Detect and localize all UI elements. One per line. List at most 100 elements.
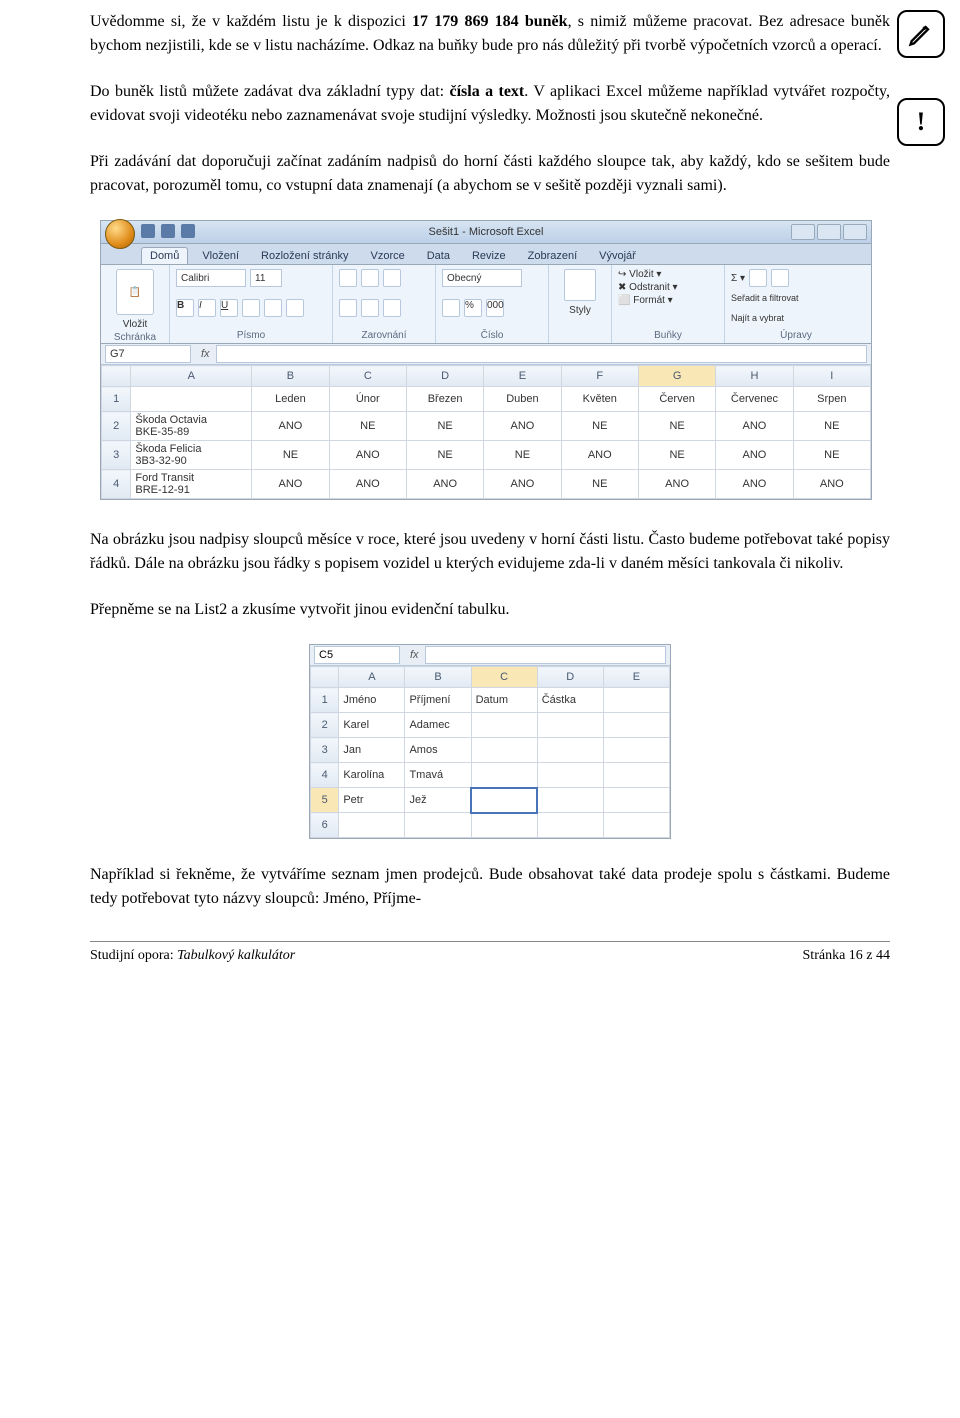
cell: NE [561,412,638,441]
cell: ANO [716,412,793,441]
col-header-b: B [252,366,329,387]
row-header-2: 2 [102,412,131,441]
tab-vyvojar: Vývojář [591,248,644,264]
col-header-i: I [793,366,870,387]
group-number: Číslo [442,330,542,341]
font-size-box: 11 [250,269,282,287]
paragraph-1: Uvědomme si, že v každém listu je k disp… [90,10,890,58]
close-button [843,224,867,240]
cell: Tmavá [405,763,471,788]
font-color-icon [286,299,304,317]
cell: ANO [484,470,561,499]
align-left-icon [339,269,357,287]
group-align: Zarovnání [339,330,429,341]
cell: Červenec [716,387,793,412]
delete-label: ✖ Odstranit ▾ [618,282,678,293]
col-header-f: F [561,366,638,387]
fill-icon [749,269,767,287]
worksheet-grid: A B C D E F G H I 1 Leden Únor Březen Du… [101,365,871,499]
office-button-icon [105,219,135,249]
indent-dec-icon [339,299,357,317]
row-header-s4: 4 [311,763,339,788]
cell: Leden [252,387,329,412]
cell: Jan [339,738,405,763]
cell: NE [406,412,483,441]
cell: Květen [561,387,638,412]
title-bar: Sešit1 - Microsoft Excel [101,221,871,244]
select-all-corner-2 [311,667,339,688]
cell: ANO [484,412,561,441]
insert-label: ↪ Vložit ▾ [618,269,661,280]
cell: ANO [561,441,638,470]
cell: NE [329,412,406,441]
indent-inc-icon [361,299,379,317]
tab-vlozeni: Vložení [194,248,247,264]
footer-left: Studijní opora: Tabulkový kalkulátor [90,948,295,964]
row-header-s2: 2 [311,713,339,738]
p2b: čísla a text [450,83,525,100]
tab-zobrazeni: Zobrazení [520,248,586,264]
cell: Škoda OctaviaBKE-35-89 [131,412,252,441]
note-pencil-icon [897,10,945,58]
col-header-g: G [638,366,715,387]
cell: Srpen [793,387,870,412]
ribbon-tabs: Domů Vložení Rozložení stránky Vzorce Da… [101,244,871,265]
save-icon [141,224,155,238]
cell: Karel [339,713,405,738]
percent-icon: % [464,299,482,317]
cell: ANO [329,470,406,499]
group-clipboard: Schránka [107,332,163,343]
paste-label: Vložit [123,319,147,330]
cell: Datum [471,688,537,713]
cell: Petr [339,788,405,813]
row-header-s6: 6 [311,813,339,838]
selected-cell [471,788,537,813]
col-header-h: H [716,366,793,387]
paragraph-4: Na obrázku jsou nadpisy sloupců měsíce v… [90,528,890,576]
redo-icon [181,224,195,238]
paragraph-3: Při zadávání dat doporučuji začínat zadá… [90,150,890,198]
cell: NE [638,441,715,470]
currency-icon [442,299,460,317]
cell: ANO [638,470,715,499]
window-title: Sešit1 - Microsoft Excel [429,226,544,238]
row-header-s3: 3 [311,738,339,763]
row-header-s5: 5 [311,788,339,813]
cell: Karolína [339,763,405,788]
cell: ANO [716,441,793,470]
tab-data: Data [419,248,458,264]
cell: ANO [406,470,483,499]
underline-icon: U [220,299,238,317]
page-footer: Studijní opora: Tabulkový kalkulátor Str… [90,941,890,970]
cell: ANO [252,412,329,441]
cell: NE [484,441,561,470]
footer-right: Stránka 16 z 44 [803,948,890,964]
tab-revize: Revize [464,248,514,264]
styles-icon [564,269,596,301]
col-header-c: C [329,366,406,387]
italic-icon: I [198,299,216,317]
p1b: 17 179 869 184 buněk [412,13,568,30]
cell: NE [793,441,870,470]
cell: Únor [329,387,406,412]
cell: NE [638,412,715,441]
cell: ANO [252,470,329,499]
select-all-corner [102,366,131,387]
sort-filter-label: Seřadit a filtrovat [731,293,799,303]
row-header-s1: 1 [311,688,339,713]
group-cells: Buňky [618,330,718,341]
minimize-button [791,224,815,240]
cell: NE [406,441,483,470]
tab-domu: Domů [141,247,188,264]
col-header-d2: D [537,667,603,688]
clear-icon [771,269,789,287]
p2a: Do buněk listů můžete zadávat dva základ… [90,83,450,100]
paragraph-2: Do buněk listů můžete zadávat dva základ… [90,80,890,128]
name-box-2: C5 [314,646,400,664]
tab-rozlozeni: Rozložení stránky [253,248,356,264]
col-header-a: A [131,366,252,387]
font-name-box: Calibri [176,269,246,287]
number-format-box: Obecný [442,269,522,287]
row-header-3: 3 [102,441,131,470]
cell: Amos [405,738,471,763]
